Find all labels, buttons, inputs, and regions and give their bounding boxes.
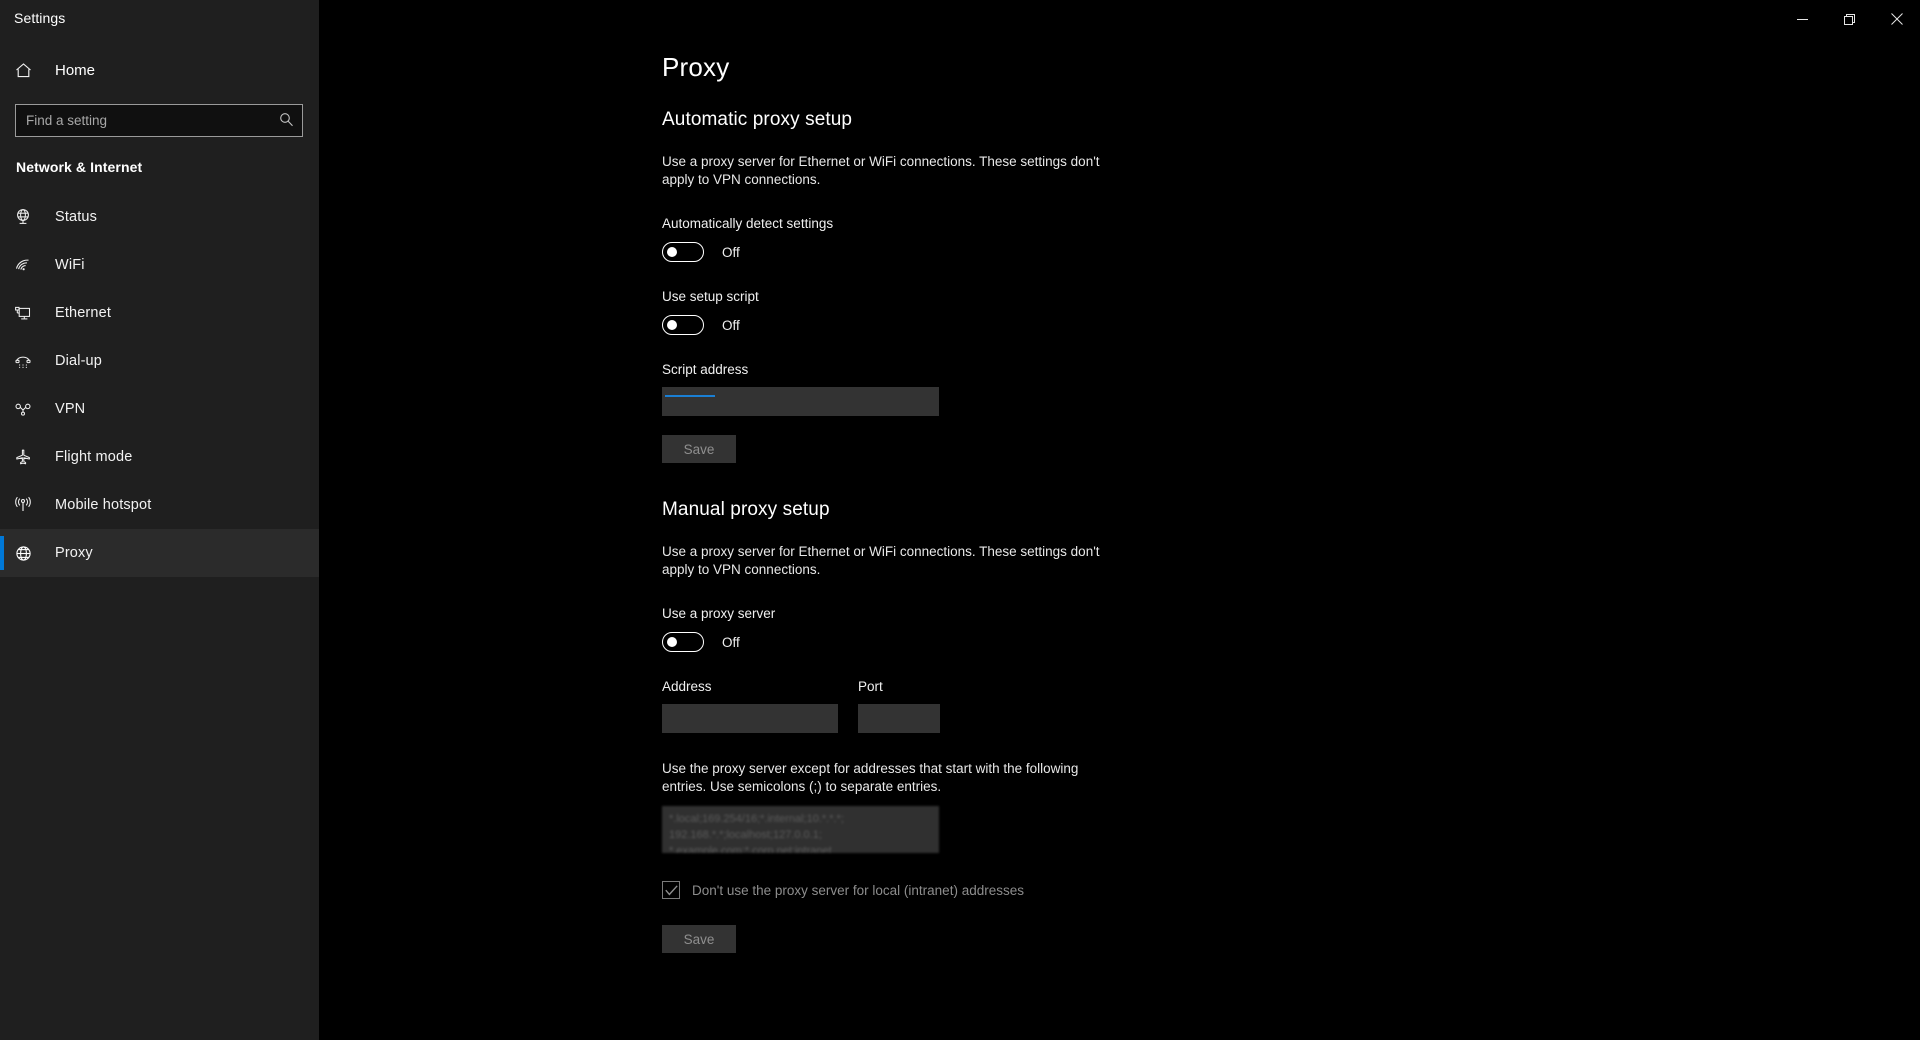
sidebar-item-label: Status [55,209,98,225]
local-addresses-checkbox-label: Don't use the proxy server for local (in… [692,882,1024,898]
sidebar-item-home[interactable]: Home [0,50,319,90]
automatic-proxy-description: Use a proxy server for Ethernet or WiFi … [662,154,1100,187]
script-address-field-wrapper [662,387,939,416]
manual-proxy-heading: Manual proxy setup [662,499,830,520]
sidebar-item-label: Mobile hotspot [55,497,152,513]
sidebar-item-label: Ethernet [55,305,112,321]
save-manual-proxy-button[interactable]: Save [662,925,736,953]
sidebar-item-status[interactable]: Status [0,193,319,241]
home-icon [14,61,44,80]
use-proxy-toggle-row: Off [662,632,1920,652]
search-input[interactable] [16,105,302,136]
sidebar-item-flight-mode[interactable]: Flight mode [0,433,319,481]
sidebar-item-ethernet[interactable]: Ethernet [0,289,319,337]
page-title: Proxy [662,52,730,82]
sidebar-category-title: Network & Internet [16,159,143,175]
address-column: Address [662,652,838,733]
search-box[interactable] [15,104,303,137]
sidebar: Home Network & Internet [0,0,319,1040]
use-proxy-label: Use a proxy server [662,606,776,621]
settings-window: Settings Home Find a setting Network & I… [0,0,1920,1040]
use-proxy-state: Off [722,634,740,650]
ethernet-icon [14,304,44,322]
close-button[interactable] [1873,0,1920,38]
sidebar-item-label: Proxy [55,545,93,561]
toggle-knob [667,637,677,647]
checkmark-icon [664,884,678,895]
sidebar-nav-list: Status WiFi Ethernet Dial-up VPN Flight … [0,193,319,577]
port-label: Port [858,679,883,694]
main-content: Proxy Automatic proxy setup Use a proxy … [319,0,1920,1040]
sidebar-item-mobile-hotspot[interactable]: Mobile hotspot [0,481,319,529]
address-input[interactable] [662,704,838,733]
home-label: Home [55,61,96,79]
restore-button[interactable] [1826,0,1873,38]
app-title: Settings [14,10,66,26]
setup-script-toggle[interactable] [662,315,704,335]
airplane-icon [14,448,44,466]
port-input[interactable] [858,704,940,733]
address-port-row: Address Port [662,652,1920,733]
globe-icon [14,544,44,563]
port-column: Port [858,652,940,733]
use-proxy-toggle[interactable] [662,632,704,652]
sidebar-item-label: Dial-up [55,353,102,369]
auto-detect-toggle[interactable] [662,242,704,262]
minimize-icon [1797,18,1808,20]
search-container [0,90,319,137]
local-addresses-checkbox[interactable] [662,881,680,899]
exceptions-description: Use the proxy server except for addresse… [662,761,1079,794]
globe-monitor-icon [14,208,44,226]
restore-icon [1844,13,1855,25]
local-addresses-checkbox-row[interactable]: Don't use the proxy server for local (in… [662,881,1920,899]
sidebar-item-dialup[interactable]: Dial-up [0,337,319,385]
close-icon [1890,13,1903,25]
dialup-icon [14,352,44,370]
exceptions-textarea[interactable] [662,806,939,853]
hotspot-icon [14,496,44,514]
minimize-button[interactable] [1779,0,1826,38]
script-address-label: Script address [662,362,749,377]
setup-script-label: Use setup script [662,289,759,304]
wifi-icon [14,256,44,274]
save-script-address-button[interactable]: Save [662,435,736,463]
auto-detect-state: Off [722,244,740,260]
manual-proxy-description: Use a proxy server for Ethernet or WiFi … [662,544,1100,577]
caption-buttons [1779,0,1920,38]
sidebar-item-label: WiFi [55,257,85,273]
sidebar-item-label: VPN [55,401,86,417]
toggle-knob [667,247,677,257]
address-label: Address [662,679,712,694]
vpn-icon [14,400,44,418]
search-icon [279,112,294,132]
toggle-knob [667,320,677,330]
auto-detect-label: Automatically detect settings [662,216,834,231]
automatic-proxy-heading: Automatic proxy setup [662,109,853,130]
sidebar-item-vpn[interactable]: VPN [0,385,319,433]
sidebar-item-label: Flight mode [55,449,133,465]
setup-script-toggle-row: Off [662,315,1920,335]
auto-detect-toggle-row: Off [662,242,1920,262]
sidebar-item-wifi[interactable]: WiFi [0,241,319,289]
setup-script-state: Off [722,317,740,333]
script-address-input[interactable] [662,387,939,416]
sidebar-item-proxy[interactable]: Proxy [0,529,319,577]
